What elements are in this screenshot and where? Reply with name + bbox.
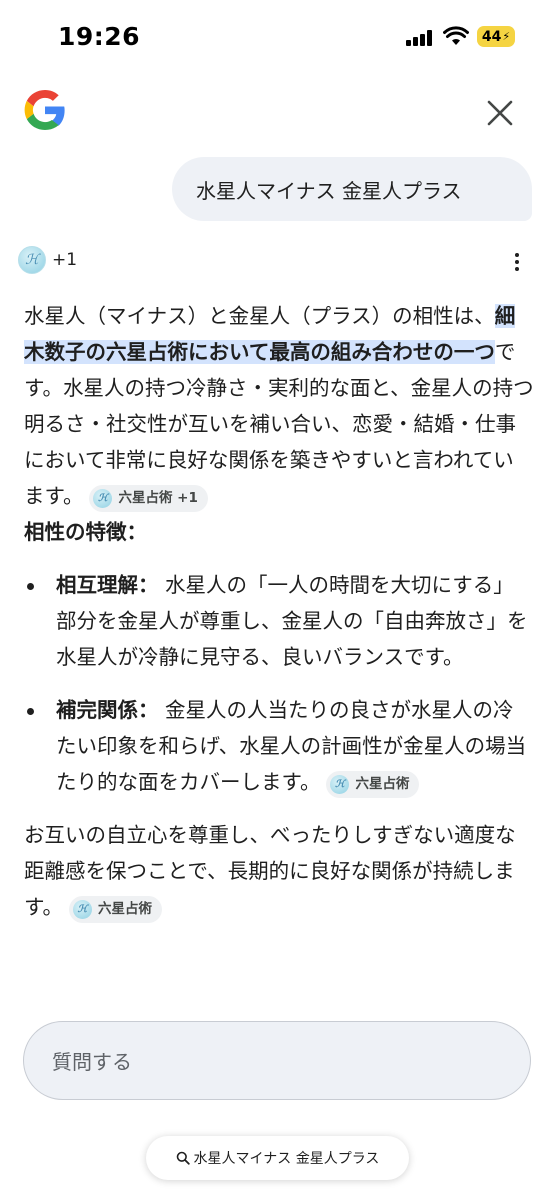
close-button[interactable] xyxy=(482,95,518,131)
more-options-button[interactable] xyxy=(505,250,529,274)
wifi-icon xyxy=(443,26,469,45)
answer-text: です。水星人の持つ冷静さ・実利的な面と、金星人の持つ明るさ・社交性が互いを補い合… xyxy=(24,340,534,508)
source-avatar-icon: ℋ xyxy=(93,489,113,508)
status-time: 19:26 xyxy=(58,22,141,51)
query-bubble: 水星人マイナス 金星人プラス xyxy=(172,157,532,221)
source-avatar-icon: ℋ xyxy=(330,775,350,794)
status-bar: 19:26 44 ⚡ xyxy=(0,0,555,70)
search-query-pill[interactable]: 水星人マイナス 金星人プラス xyxy=(146,1136,409,1180)
search-icon xyxy=(176,1151,190,1165)
source-chip[interactable]: ℋ 六星占術 +1 xyxy=(89,485,208,512)
list-item-title: 相互理解： xyxy=(56,573,159,597)
source-avatar-icon: ℋ xyxy=(72,900,92,919)
source-count: +1 xyxy=(52,250,78,270)
closing-paragraph: お互いの自立心を尊重し、べったりしすぎない適度な距離感を保つことで、長期的に良好… xyxy=(24,817,534,925)
google-logo xyxy=(24,90,65,130)
signal-icon xyxy=(406,30,434,46)
section-heading: 相性の特徴： xyxy=(24,520,147,544)
source-row[interactable]: ℋ +1 xyxy=(18,246,77,274)
ask-input[interactable]: 質問する xyxy=(23,1021,531,1100)
source-chip[interactable]: ℋ 六星占術 xyxy=(326,771,420,798)
query-text: 水星人マイナス 金星人プラス xyxy=(196,178,462,203)
ai-answer: 水星人（マイナス）と金星人（プラス）の相性は、細木数子の六星占術において最高の組… xyxy=(24,298,534,925)
answer-text: 水星人（マイナス）と金星人（プラス）の相性は、 xyxy=(24,304,495,328)
more-vert-icon xyxy=(515,253,519,257)
source-chip-label: 六星占術 xyxy=(97,901,152,917)
list-item-title: 補完関係： xyxy=(56,698,159,722)
battery-icon: 44 ⚡ xyxy=(477,26,515,47)
answer-paragraph: 水星人（マイナス）と金星人（プラス）の相性は、細木数子の六星占術において最高の組… xyxy=(24,298,534,514)
ask-placeholder: 質問する xyxy=(52,1050,132,1074)
close-icon xyxy=(487,100,513,126)
list-item: 補完関係： 金星人の人当たりの良さが水星人の冷たい印象を和らげ、水星人の計画性が… xyxy=(24,692,534,800)
source-chip-label: 六星占術 +1 xyxy=(118,490,198,506)
search-query-label: 水星人マイナス 金星人プラス xyxy=(193,1151,380,1167)
battery-level: 44 xyxy=(481,28,502,45)
source-chip-label: 六星占術 xyxy=(355,776,410,792)
feature-list: 相互理解： 水星人の「一人の時間を大切にする」部分を金星人が尊重し、金星人の「自… xyxy=(24,567,534,800)
list-item: 相互理解： 水星人の「一人の時間を大切にする」部分を金星人が尊重し、金星人の「自… xyxy=(24,567,534,675)
source-chip[interactable]: ℋ 六星占術 xyxy=(68,896,162,923)
source-avatar-icon: ℋ xyxy=(18,246,46,274)
